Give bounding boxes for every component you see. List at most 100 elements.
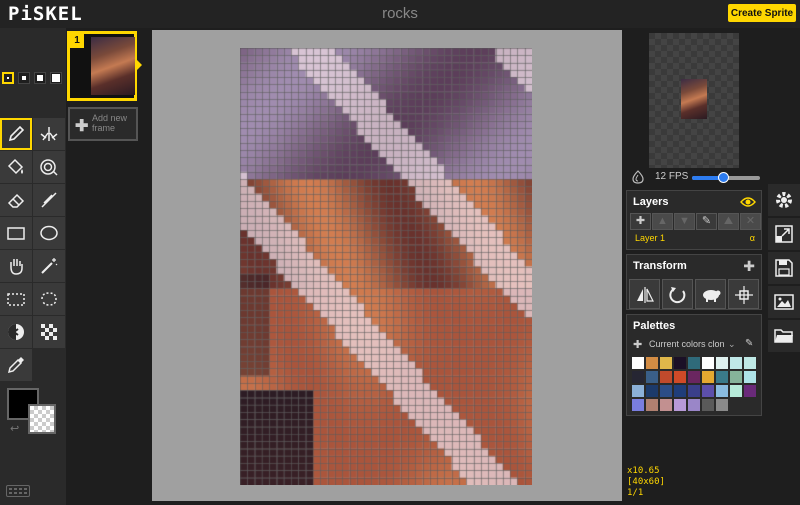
sprite-canvas[interactable]	[240, 48, 532, 485]
settings-button[interactable]	[768, 184, 800, 216]
keyboard-shortcuts-icon[interactable]	[6, 485, 30, 497]
palette-swatch[interactable]	[716, 371, 728, 383]
color-picker-tool[interactable]	[0, 349, 32, 381]
stroke-tool[interactable]	[33, 184, 65, 216]
palette-swatch[interactable]	[744, 385, 756, 397]
vertical-mirror-pen-tool[interactable]	[33, 118, 65, 150]
palette-swatch[interactable]	[674, 385, 686, 397]
add-palette-icon[interactable]: ✚	[633, 338, 642, 351]
export-button[interactable]	[768, 286, 800, 318]
palette-swatch[interactable]	[688, 399, 700, 411]
create-sprite-button[interactable]: Create Sprite	[728, 4, 796, 22]
edit-layer-button[interactable]: ✎	[696, 213, 717, 230]
delete-layer-button[interactable]: ✕	[740, 213, 761, 230]
palette-dropdown[interactable]: Current colors clon ⌄	[649, 339, 736, 353]
dithering-tool[interactable]	[33, 316, 65, 348]
palette-swatch[interactable]	[744, 371, 756, 383]
palette-swatch[interactable]	[702, 357, 714, 369]
layer-opacity[interactable]: α	[750, 233, 755, 243]
eyedropper-icon	[7, 357, 24, 374]
palettes-panel: Palettes ✚ Current colors clon ⌄ ✎	[626, 314, 762, 416]
frame-preview-image	[91, 37, 135, 95]
palette-swatch[interactable]	[702, 371, 714, 383]
move-layer-up-button[interactable]: ▲	[652, 213, 673, 230]
palette-swatch[interactable]	[646, 371, 658, 383]
add-frame-button[interactable]: ✚ Add new frame	[68, 107, 138, 141]
pen-size-4[interactable]	[50, 72, 62, 84]
palette-swatch[interactable]	[730, 357, 742, 369]
chevron-down-icon: ⌄	[728, 339, 736, 349]
clone-button[interactable]	[695, 279, 726, 309]
palette-swatch[interactable]	[632, 371, 644, 383]
lighten-tool[interactable]	[0, 316, 32, 348]
merge-layer-button[interactable]: ⛰	[718, 213, 739, 230]
move-layer-down-button[interactable]: ▼	[674, 213, 695, 230]
palette-swatch[interactable]	[660, 357, 672, 369]
palette-swatch[interactable]	[730, 371, 742, 383]
plus-icon[interactable]: ✚	[743, 258, 755, 275]
align-button[interactable]	[728, 279, 759, 309]
palette-swatch[interactable]	[716, 357, 728, 369]
shape-selection-tool[interactable]	[33, 250, 65, 282]
palette-swatch[interactable]	[632, 399, 644, 411]
import-button[interactable]	[768, 320, 800, 352]
save-button[interactable]	[768, 252, 800, 284]
layer-item[interactable]: Layer 1 α	[630, 232, 760, 246]
paint-all-same-color-tool[interactable]	[33, 151, 65, 183]
palette-swatch[interactable]	[660, 385, 672, 397]
pen-size-2[interactable]	[18, 72, 30, 84]
palette-swatch[interactable]	[702, 385, 714, 397]
onion-skin-icon[interactable]	[631, 170, 645, 184]
palette-selected: Current colors clon	[649, 339, 725, 349]
fps-slider-thumb[interactable]	[718, 172, 729, 183]
palette-swatch[interactable]	[646, 385, 658, 397]
sheep-icon	[703, 290, 721, 302]
palette-swatch[interactable]	[674, 357, 686, 369]
pen-tool[interactable]	[0, 118, 32, 150]
pen-size-3[interactable]	[34, 72, 46, 84]
paint-bucket-icon	[7, 158, 24, 175]
frame-thumbnail[interactable]: 1	[67, 31, 137, 101]
flip-button[interactable]	[629, 279, 660, 309]
resize-icon	[775, 225, 793, 243]
pen-size-1[interactable]	[2, 72, 14, 84]
resize-button[interactable]	[768, 218, 800, 250]
paint-bucket-tool[interactable]	[0, 151, 32, 183]
line-icon	[41, 192, 57, 208]
palette-swatch[interactable]	[744, 357, 756, 369]
palette-swatch[interactable]	[660, 399, 672, 411]
palette-swatch[interactable]	[646, 357, 658, 369]
zoom-level: x10.65	[627, 466, 660, 476]
add-frame-label: Add new frame	[92, 113, 128, 133]
eraser-tool[interactable]	[0, 184, 32, 216]
palette-swatch[interactable]	[702, 399, 714, 411]
secondary-color-swatch[interactable]	[28, 404, 56, 434]
transform-title: Transform	[633, 260, 687, 272]
hand-icon	[10, 259, 23, 275]
palette-swatch[interactable]	[688, 371, 700, 383]
palette-swatch[interactable]	[646, 399, 658, 411]
palette-swatch[interactable]	[688, 385, 700, 397]
palette-swatch[interactable]	[716, 399, 728, 411]
palette-swatch[interactable]	[660, 371, 672, 383]
eraser-icon	[7, 193, 25, 208]
rectangle-tool[interactable]	[0, 217, 32, 249]
rectangle-selection-tool[interactable]	[0, 283, 32, 315]
circle-tool[interactable]	[33, 217, 65, 249]
add-layer-button[interactable]: ✚	[630, 213, 651, 230]
move-tool[interactable]	[0, 250, 32, 282]
palette-swatch[interactable]	[688, 357, 700, 369]
palette-swatch[interactable]	[716, 385, 728, 397]
palette-swatch[interactable]	[632, 357, 644, 369]
palette-swatch[interactable]	[674, 399, 686, 411]
lasso-selection-tool[interactable]	[33, 283, 65, 315]
swap-colors-icon[interactable]: ↩	[10, 422, 19, 435]
palette-swatch[interactable]	[730, 385, 742, 397]
palette-swatch[interactable]	[674, 371, 686, 383]
animation-preview[interactable]	[649, 33, 739, 168]
sprite-title[interactable]: rocks	[0, 5, 800, 22]
palette-swatch[interactable]	[632, 385, 644, 397]
eye-icon[interactable]	[740, 196, 756, 208]
edit-palette-icon[interactable]: ✎	[745, 338, 753, 349]
rotate-button[interactable]	[662, 279, 693, 309]
